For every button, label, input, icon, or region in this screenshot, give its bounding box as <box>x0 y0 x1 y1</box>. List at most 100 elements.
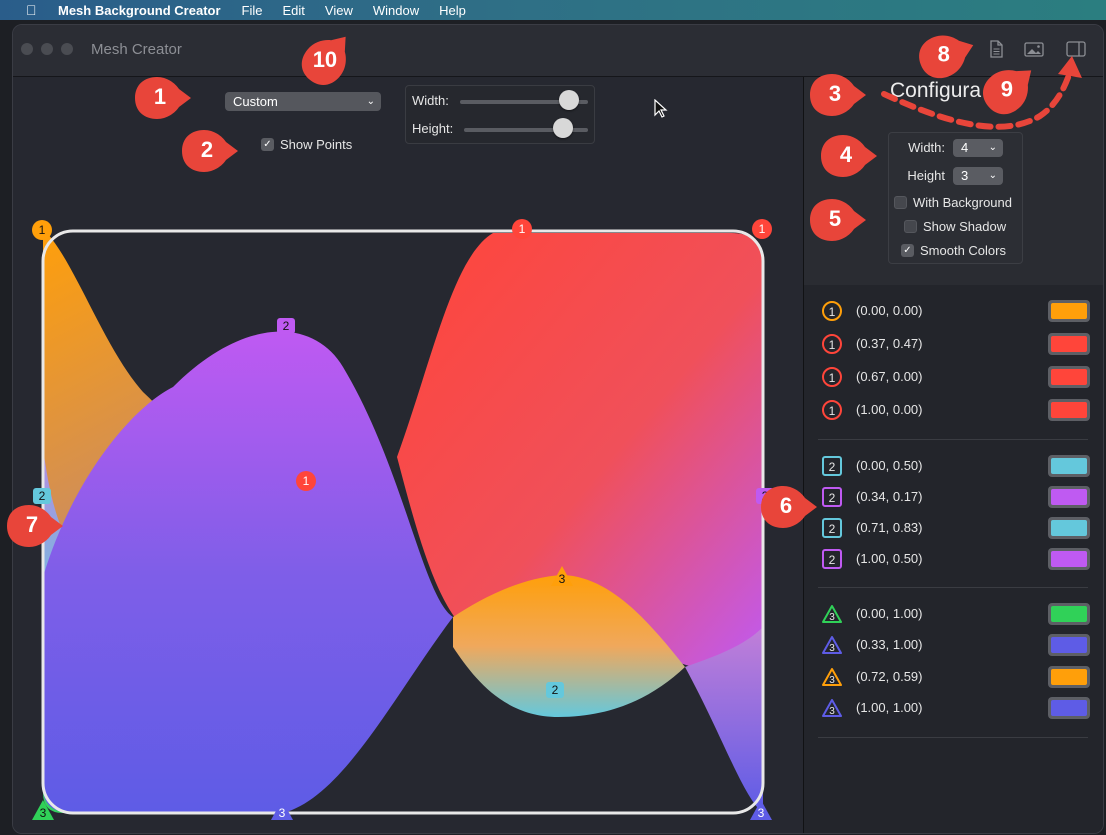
width-slider-label: Width: <box>412 93 449 108</box>
point-coord: (0.00, 0.50) <box>856 458 923 473</box>
mesh-point-10[interactable]: 3 <box>270 799 294 821</box>
list-item[interactable]: 2 (0.34, 0.17) <box>822 486 1092 510</box>
callout-4: 4 <box>817 133 879 179</box>
mesh-point-12[interactable]: 3 <box>749 799 773 821</box>
height-slider-knob[interactable] <box>553 118 574 138</box>
svg-text:3: 3 <box>829 643 835 654</box>
grid-height-select[interactable]: 3 ⌄ <box>953 167 1003 185</box>
point-coord: (1.00, 0.50) <box>856 551 923 566</box>
chevron-down-icon: ⌄ <box>366 96 375 107</box>
mesh-point-6[interactable]: 2 <box>277 318 295 334</box>
list-item[interactable]: 2 (1.00, 0.50) <box>822 548 1092 572</box>
triangle-badge-icon: 3 <box>822 668 842 686</box>
apple-icon[interactable]:  <box>26 2 42 18</box>
color-well[interactable] <box>1048 399 1090 421</box>
checkmark-icon: ✓ <box>901 244 914 257</box>
minimize-window-button[interactable] <box>41 43 53 55</box>
svg-text:3: 3 <box>279 806 286 820</box>
point-coord: (0.33, 1.00) <box>856 637 923 652</box>
smooth-colors-label: Smooth Colors <box>920 243 1006 258</box>
grid-height-value: 3 <box>961 168 969 183</box>
list-item[interactable]: 1 (0.00, 0.00) <box>822 300 1092 324</box>
close-window-button[interactable] <box>21 43 33 55</box>
mesh-canvas[interactable] <box>13 177 803 833</box>
circle-badge-icon: 1 <box>822 301 842 321</box>
list-item[interactable]: 1 (0.67, 0.00) <box>822 366 1092 390</box>
list-item[interactable]: 3 (0.33, 1.00) <box>822 634 1092 658</box>
mesh-point-4[interactable]: 1 <box>752 219 772 239</box>
point-coord: (0.00, 1.00) <box>856 606 923 621</box>
list-item[interactable]: 3 (0.72, 0.59) <box>822 666 1092 690</box>
svg-text:3: 3 <box>559 572 566 586</box>
color-well[interactable] <box>1048 517 1090 539</box>
color-well[interactable] <box>1048 697 1090 719</box>
color-well[interactable] <box>1048 486 1090 508</box>
color-well[interactable] <box>1048 666 1090 688</box>
menu-window[interactable]: Window <box>373 3 419 18</box>
color-well[interactable] <box>1048 548 1090 570</box>
main-area: Custom ⌄ ✓ Show Points Width: Height: 1 … <box>13 77 803 833</box>
list-item[interactable]: 1 (0.37, 0.47) <box>822 333 1092 357</box>
preset-select[interactable]: Custom ⌄ <box>225 92 381 111</box>
show-points-checkbox[interactable]: ✓ Show Points <box>261 137 352 152</box>
square-badge-icon: 2 <box>822 487 842 507</box>
width-slider-knob[interactable] <box>558 90 579 110</box>
list-item[interactable]: 2 (0.71, 0.83) <box>822 517 1092 541</box>
svg-text:3: 3 <box>758 806 765 820</box>
point-coord: (1.00, 0.00) <box>856 402 923 417</box>
config-box: Width: 4 ⌄ Height 3 ⌄ With Background Sh… <box>888 132 1023 264</box>
color-well[interactable] <box>1048 300 1090 322</box>
point-coord: (0.72, 0.59) <box>856 669 923 684</box>
mesh-point-11[interactable]: 3 <box>550 565 574 587</box>
point-coord: (0.67, 0.00) <box>856 369 923 384</box>
color-well[interactable] <box>1048 366 1090 388</box>
checkmark-icon: ✓ <box>261 138 274 151</box>
menu-app-name[interactable]: Mesh Background Creator <box>58 3 221 18</box>
color-well[interactable] <box>1048 634 1090 656</box>
configuration-sidebar: Configura Width: 4 ⌄ Height 3 ⌄ With Bac… <box>803 77 1103 833</box>
point-coord: (1.00, 1.00) <box>856 700 923 715</box>
mesh-point-2[interactable]: 1 <box>296 471 316 491</box>
svg-text:3: 3 <box>829 612 835 623</box>
mesh-point-7[interactable]: 2 <box>546 682 564 698</box>
menu-help[interactable]: Help <box>439 3 466 18</box>
callout-6: 6 <box>757 484 819 530</box>
zoom-window-button[interactable] <box>61 43 73 55</box>
square-badge-icon: 2 <box>822 549 842 569</box>
color-well[interactable] <box>1048 455 1090 477</box>
grid-height-label: Height <box>907 168 945 183</box>
list-item[interactable]: 2 (0.00, 0.50) <box>822 455 1092 479</box>
callout-2: 2 <box>178 128 240 174</box>
menu-bar:  Mesh Background Creator File Edit View… <box>0 0 1106 20</box>
show-shadow-label: Show Shadow <box>923 219 1007 234</box>
list-item[interactable]: 3 (1.00, 1.00) <box>822 697 1092 721</box>
callout-1: 1 <box>131 75 193 121</box>
menu-edit[interactable]: Edit <box>283 3 305 18</box>
mesh-point-5[interactable]: 2 <box>33 488 51 504</box>
circle-badge-icon: 1 <box>822 400 842 420</box>
list-item[interactable]: 1 (1.00, 0.00) <box>822 399 1092 423</box>
color-well[interactable] <box>1048 333 1090 355</box>
show-points-label: Show Points <box>280 137 353 152</box>
with-background-checkbox[interactable]: With Background <box>894 195 1012 210</box>
circle-badge-icon: 1 <box>822 367 842 387</box>
mesh-point-9[interactable]: 3 <box>31 799 55 821</box>
callout-3: 3 <box>806 72 868 118</box>
mesh-point-3[interactable]: 1 <box>512 219 532 239</box>
preset-select-value: Custom <box>233 94 278 109</box>
checkbox-box <box>894 196 907 209</box>
svg-text:3: 3 <box>829 675 835 686</box>
menu-file[interactable]: File <box>242 3 263 18</box>
smooth-colors-checkbox[interactable]: ✓ Smooth Colors <box>901 243 1006 258</box>
mouse-pointer-icon <box>654 99 668 118</box>
mesh-point-1[interactable]: 1 <box>32 220 52 240</box>
menu-view[interactable]: View <box>325 3 353 18</box>
list-item[interactable]: 3 (0.00, 1.00) <box>822 603 1092 627</box>
divider <box>818 587 1088 588</box>
point-coord: (0.00, 0.00) <box>856 303 923 318</box>
color-points-list: 1 (0.00, 0.00) 1 (0.37, 0.47) 1 (0.67, 0… <box>804 285 1103 833</box>
point-coord: (0.37, 0.47) <box>856 336 923 351</box>
height-slider-label: Height: <box>412 121 454 136</box>
show-shadow-checkbox[interactable]: Show Shadow <box>904 219 1006 234</box>
color-well[interactable] <box>1048 603 1090 625</box>
